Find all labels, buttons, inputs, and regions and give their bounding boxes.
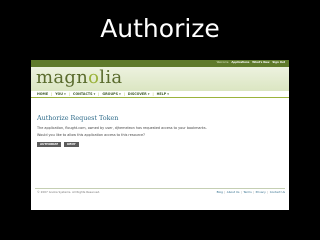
footer-link-terms[interactable]: Terms	[243, 190, 251, 194]
browser-page: Welcome Applications What's New Sign Out…	[31, 60, 289, 210]
footer-separator: |	[253, 190, 255, 194]
nav-divider: |	[51, 92, 53, 96]
authorize-button[interactable]: AUTHORIZE	[37, 142, 62, 147]
action-buttons: AUTHORIZE DENY	[37, 142, 79, 147]
nav-home[interactable]: HOME	[37, 92, 48, 97]
footer-links: Blog | About Us | Terms | Privacy | Contact Us	[217, 190, 285, 194]
nav-discover[interactable]: DISCOVER ▾	[128, 92, 150, 97]
permission-question: Would you like to allow this application…	[37, 133, 145, 137]
copyright-text: © 2007 Gnolia Systems. All Rights Reserv…	[37, 190, 101, 194]
footer-separator: |	[224, 190, 226, 194]
magnolia-logo[interactable]: magnolia	[36, 68, 122, 88]
user-menu: Welcome Applications What's New Sign Out	[217, 61, 285, 65]
deny-button[interactable]: DENY	[64, 142, 79, 147]
footer-link-privacy[interactable]: Privacy	[256, 190, 266, 194]
logo-text-part2: lia	[99, 67, 123, 88]
nav-divider: |	[152, 92, 154, 96]
footer-link-blog[interactable]: Blog	[217, 190, 223, 194]
logo-text-part1: magn	[36, 67, 89, 88]
whats-new-link[interactable]: What's New	[252, 61, 269, 64]
footer-link-about-us[interactable]: About Us	[227, 190, 240, 194]
nav-divider: |	[98, 92, 100, 96]
nav-groups[interactable]: GROUPS ▾	[102, 92, 120, 97]
nav-divider: |	[68, 92, 70, 96]
nav-divider: |	[123, 92, 125, 96]
sign-out-link[interactable]: Sign Out	[272, 61, 285, 64]
footer-separator: |	[267, 190, 269, 194]
slide-title: Authorize	[100, 14, 220, 43]
footer-separator: |	[240, 190, 242, 194]
nav-help[interactable]: HELP ▾	[157, 92, 169, 97]
applications-link[interactable]: Applications	[231, 61, 249, 64]
welcome-text: Welcome	[216, 61, 229, 64]
page-title: Authorize Request Token	[37, 114, 119, 122]
top-bar: Welcome Applications What's New Sign Out	[31, 60, 289, 67]
site-header: magnolia	[31, 67, 289, 91]
footer-link-contact-us[interactable]: Contact Us	[270, 190, 285, 194]
nav-you[interactable]: YOU ▾	[55, 92, 66, 97]
footer-divider	[35, 188, 285, 189]
nav-contacts[interactable]: CONTACTS ▾	[73, 92, 95, 97]
logo-text-accent: o	[88, 67, 100, 88]
request-description: The application, flought.com, owned by u…	[37, 126, 207, 130]
main-nav: HOME | YOU ▾ | CONTACTS ▾ | GROUPS ▾ | D…	[31, 91, 289, 98]
